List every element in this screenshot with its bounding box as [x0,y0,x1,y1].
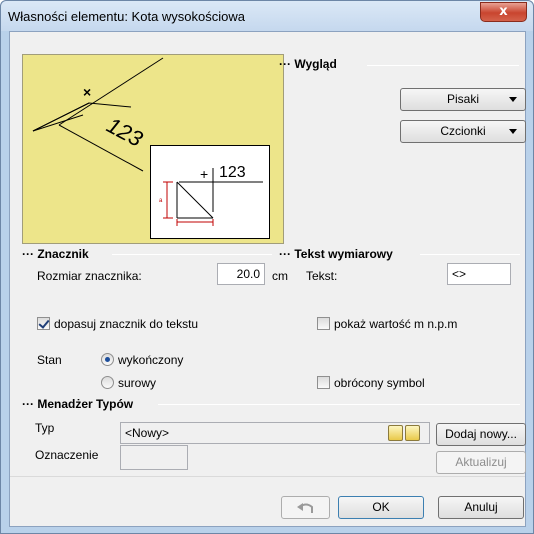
preview-inset: + 123 a [150,145,270,239]
dimension-text-input[interactable]: <> [447,263,511,285]
group-title-tekst: Tekst wymiarowy [294,247,393,261]
state-raw-radio[interactable] [101,376,114,389]
inset-letter: a [159,198,163,204]
fonts-button-label: Czcionki [440,124,486,138]
marker-value-text: 123 [103,112,148,152]
add-new-label: Dodaj nowy... [445,427,517,441]
group-title-wyglad: Wygląd [294,57,337,71]
close-button[interactable]: x [480,2,527,22]
designation-input[interactable] [120,445,188,470]
ok-button[interactable]: OK [338,496,424,519]
state-finished-label[interactable]: wykończony [118,353,183,367]
group-title-znacznik: Znacznik [37,247,89,261]
chevron-down-icon [509,97,517,102]
pens-button-label: Pisaki [446,92,479,106]
divider [420,254,520,255]
undo-icon [297,503,313,513]
update-label: Aktualizuj [455,455,507,469]
ok-label: OK [372,500,390,514]
dimension-text-label: Tekst: [306,269,338,283]
edit-type-icon[interactable] [388,425,403,441]
chevron-down-icon [509,129,517,134]
pens-dropdown-button[interactable]: Pisaki [400,88,526,111]
state-raw-label[interactable]: surowy [118,376,156,390]
divider [112,254,272,255]
lock-type-icon[interactable] [405,425,420,441]
inset-plus: + [200,166,208,182]
group-header-wyglad: ··· Wygląd [279,57,337,71]
type-value: <Nowy> [125,426,170,440]
dialog-window: Własności elementu: Kota wysokościowa x … [0,0,534,534]
cancel-label: Anuluj [464,500,498,514]
footer-separator [10,476,525,477]
window-title: Własności elementu: Kota wysokościowa [8,9,245,24]
leader-line-up [58,57,164,126]
inset-drawing: + 123 a [159,164,263,226]
fit-marker-checkbox[interactable] [37,317,50,330]
group-header-znacznik: ··· Znacznik [22,247,89,261]
divider [158,404,520,405]
type-combo[interactable]: <Nowy> [120,422,430,444]
dialog-client-area: × 123 + 123 a ··· Wygląd Pisaki Czcionki… [9,31,526,527]
state-label: Stan [37,353,62,367]
cross-mark: × [83,84,91,100]
marker-size-input[interactable]: 20.0 [217,263,265,285]
fit-marker-label[interactable]: dopasuj znacznik do tekstu [54,317,198,331]
divider [367,65,519,66]
cancel-button[interactable]: Anuluj [438,496,524,519]
add-new-type-button[interactable]: Dodaj nowy... [436,423,526,446]
inset-value-text: 123 [219,164,246,181]
marker-edge-b [32,114,84,132]
close-icon: x [499,4,508,19]
marker-size-unit: cm [272,269,288,283]
marker-size-label: Rozmiar znacznika: [37,269,142,283]
inset-diagonal [176,181,214,219]
title-bar[interactable]: Własności elementu: Kota wysokościowa x [1,1,533,31]
group-header-menadzer: ··· Menadżer Typów [22,397,134,411]
reversed-symbol-label[interactable]: obrócony symbol [334,376,425,390]
undo-button[interactable] [281,496,330,519]
show-elevation-checkbox[interactable] [317,317,330,330]
group-title-menadzer: Menadżer Typów [37,397,134,411]
group-header-tekst: ··· Tekst wymiarowy [279,247,393,261]
type-label: Typ [35,421,55,435]
show-elevation-label[interactable]: pokaż wartość m n.p.m [334,317,457,331]
marker-edge-a [32,102,90,132]
fonts-dropdown-button[interactable]: Czcionki [400,120,526,143]
update-type-button[interactable]: Aktualizuj [436,451,526,474]
preview-panel: × 123 + 123 a [22,54,284,244]
state-finished-radio[interactable] [101,353,114,366]
reversed-symbol-checkbox[interactable] [317,376,330,389]
designation-label: Oznaczenie [35,448,99,462]
